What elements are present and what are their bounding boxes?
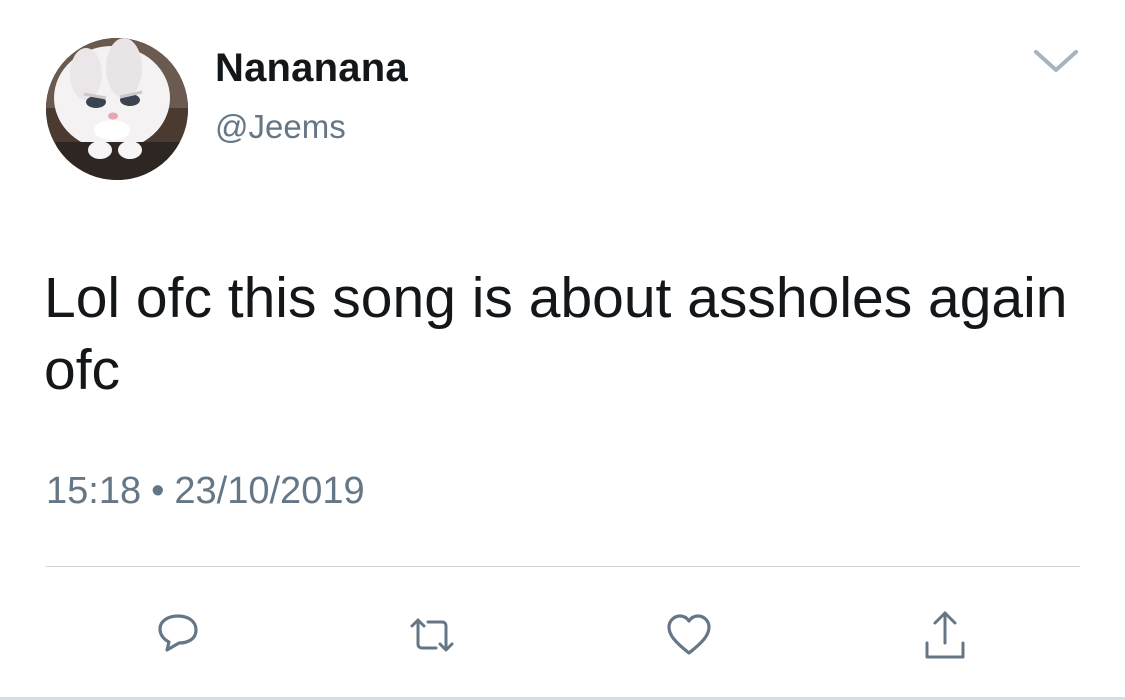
like-button[interactable] bbox=[654, 600, 724, 670]
tweet-text: Lol ofc this song is about assholes agai… bbox=[44, 266, 1068, 402]
avatar-image bbox=[46, 38, 188, 180]
divider bbox=[46, 566, 1080, 567]
heart-icon bbox=[667, 614, 711, 655]
timestamp-separator: • bbox=[151, 470, 165, 512]
share-button[interactable] bbox=[910, 600, 980, 670]
action-bar bbox=[0, 600, 1125, 670]
retweet-button[interactable] bbox=[397, 600, 467, 670]
avatar[interactable] bbox=[46, 38, 188, 180]
chevron-down-icon[interactable] bbox=[1030, 42, 1082, 82]
tweet-timestamp[interactable]: 15:18 • 23/10/2019 bbox=[46, 470, 365, 513]
display-name[interactable]: Nananana bbox=[215, 46, 408, 91]
tweet-date: 23/10/2019 bbox=[174, 470, 365, 512]
tweet-card: Nananana @Jeems Lol ofc this song is abo… bbox=[0, 0, 1125, 700]
reply-icon bbox=[158, 614, 198, 652]
retweet-icon bbox=[410, 618, 454, 652]
share-icon bbox=[925, 611, 965, 659]
user-handle[interactable]: @Jeems bbox=[215, 108, 346, 146]
reply-button[interactable] bbox=[143, 600, 213, 670]
tweet-time: 15:18 bbox=[46, 470, 142, 512]
